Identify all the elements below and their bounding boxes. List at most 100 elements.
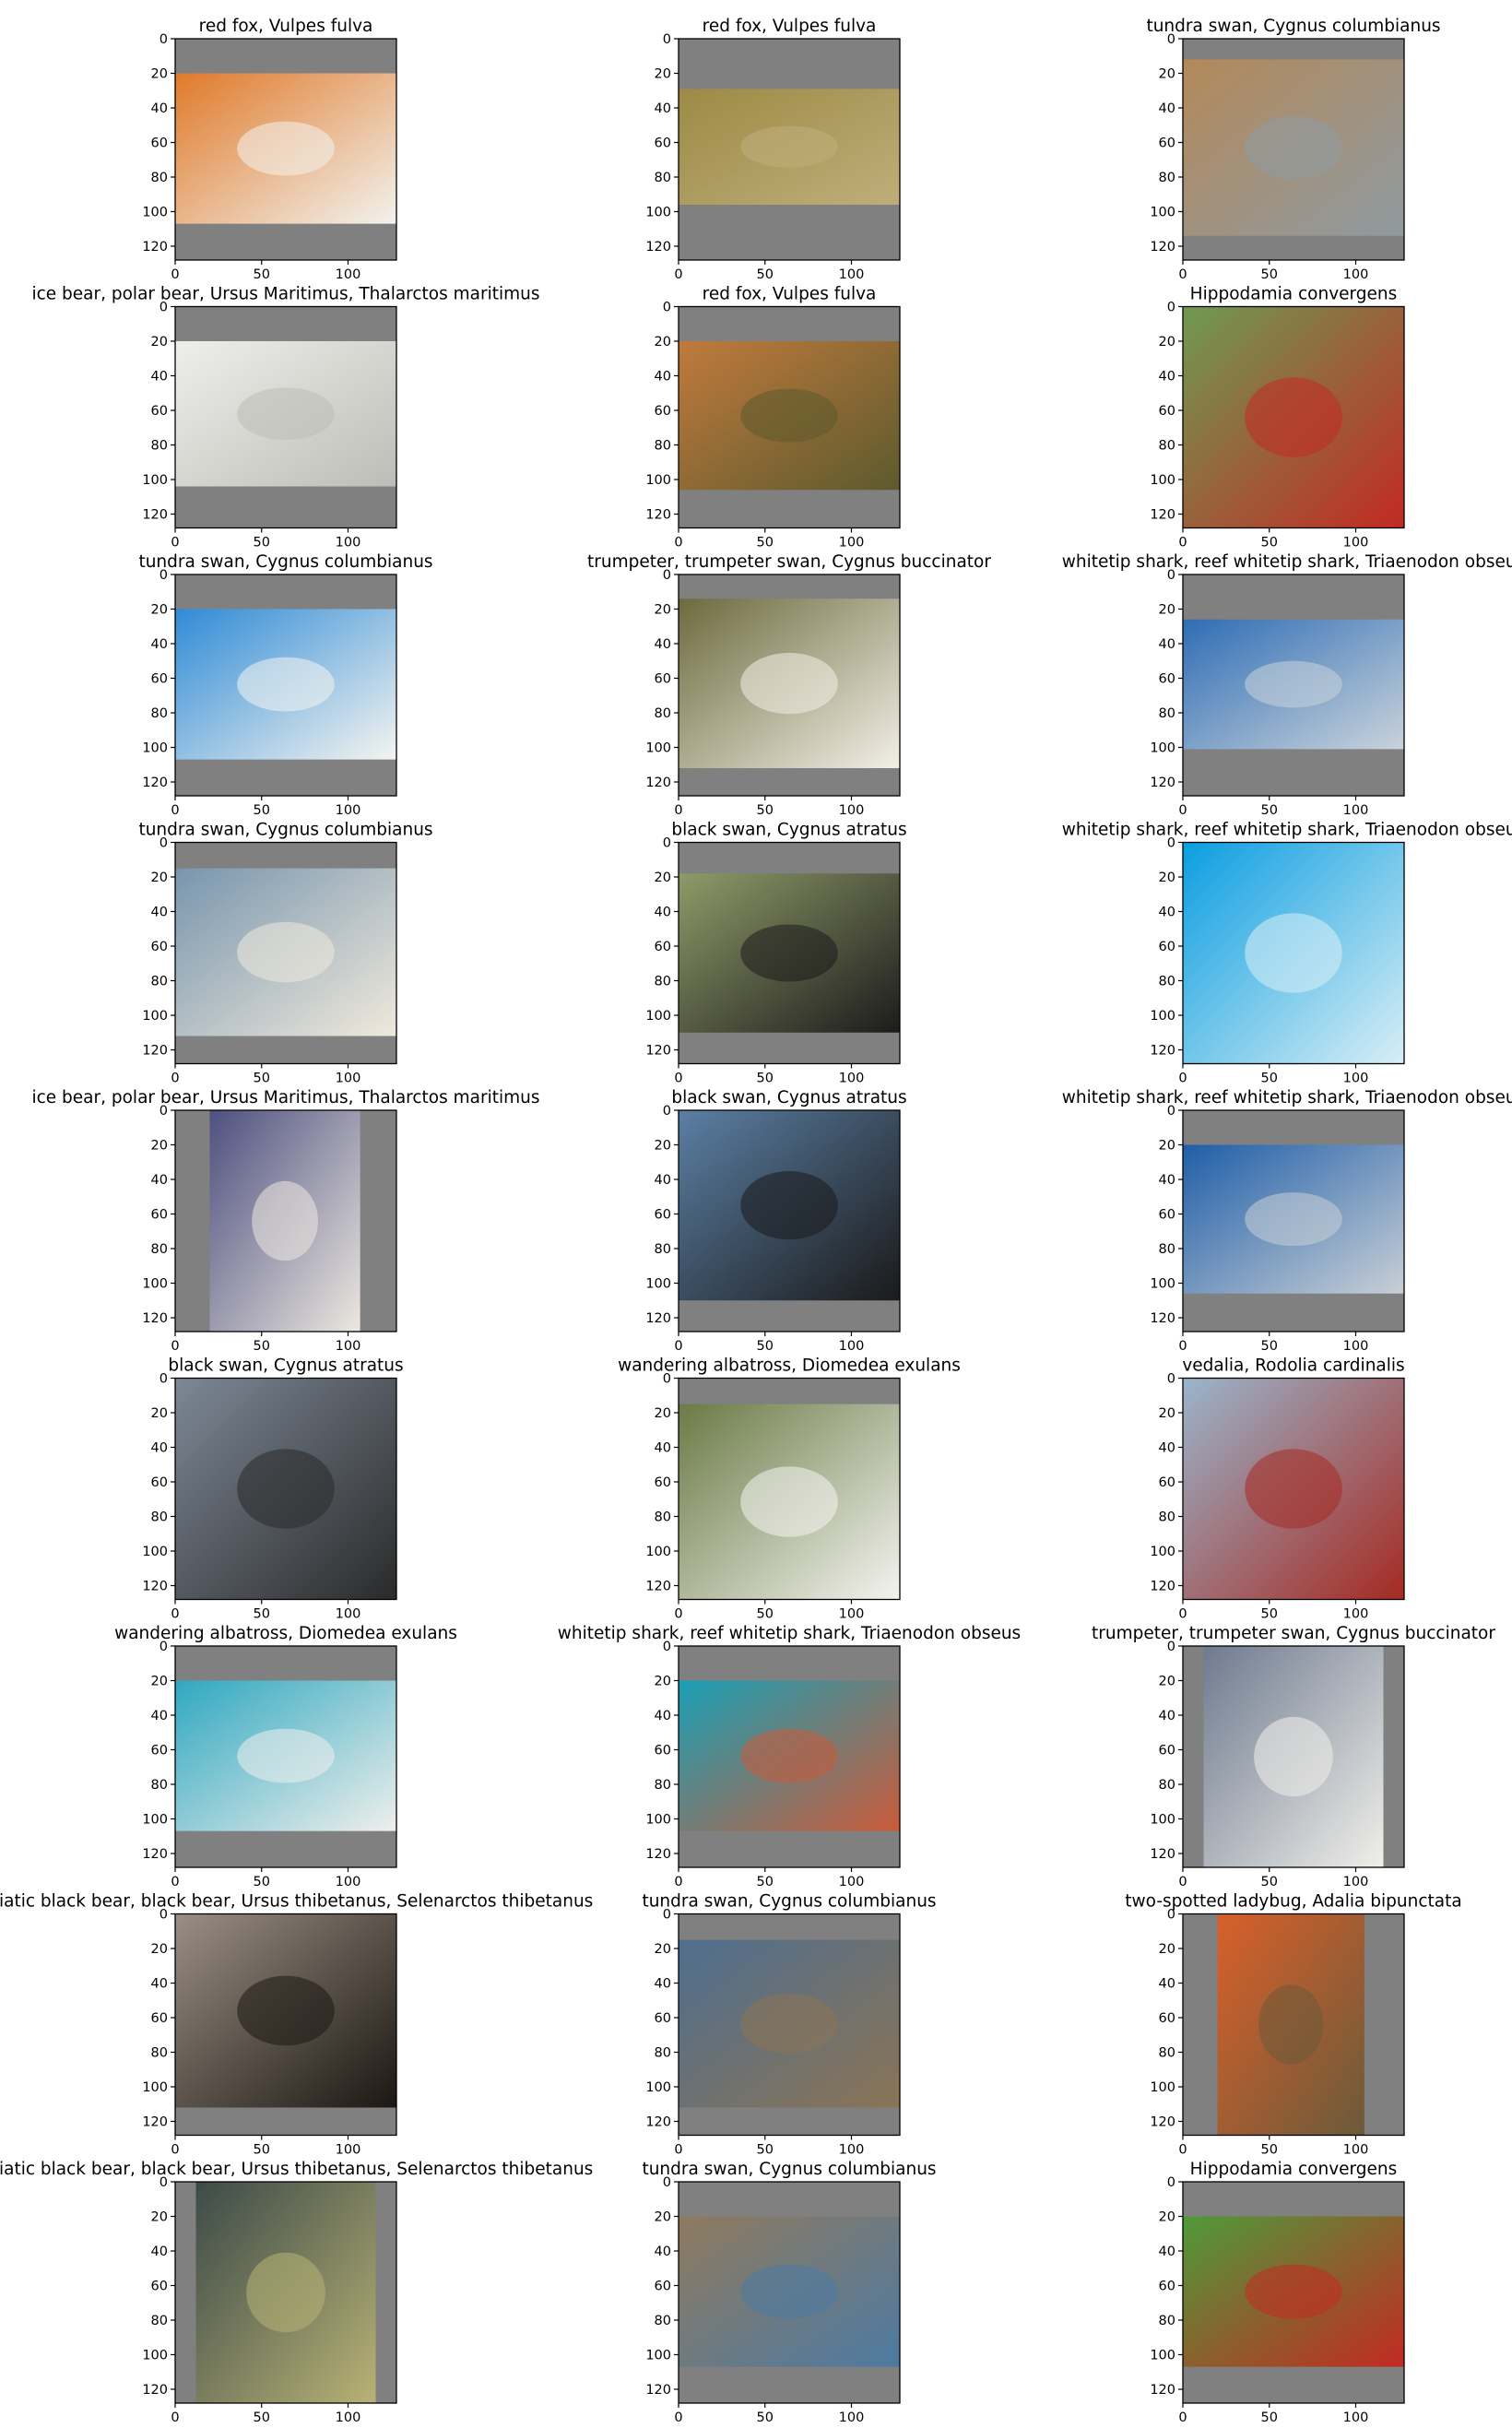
subplot-title: Asiatic black bear, black bear, Ursus th… <box>0 1892 593 1912</box>
y-tick-label: 100 <box>645 1813 671 1828</box>
y-tick-label: 100 <box>1150 1277 1175 1292</box>
subplot-panel: vedalia, Rodolia cardinalis 0 20 40 60 80 100 1… <box>1150 1356 1404 1622</box>
y-tick-label: 20 <box>1159 871 1175 885</box>
photo-subject <box>740 1466 838 1537</box>
x-tick-label: 100 <box>336 1607 361 1622</box>
y-tick-label: 40 <box>151 370 168 385</box>
y-tick-label: 100 <box>1150 741 1175 756</box>
photo-subject <box>1245 1449 1342 1529</box>
y-tick-label: 20 <box>655 1406 671 1421</box>
y-tick-label: 60 <box>151 1744 168 1759</box>
photo-subject <box>740 653 838 715</box>
y-tick-label: 60 <box>655 2011 671 2026</box>
y-tick-label: 20 <box>151 871 168 885</box>
y-tick-label: 40 <box>151 1441 168 1456</box>
y-tick-label: 0 <box>159 2175 168 2190</box>
y-tick-label: 0 <box>1167 836 1175 851</box>
subplot-title: black swan, Cygnus atratus <box>671 1088 906 1107</box>
y-tick-label: 20 <box>1159 1942 1175 1957</box>
photo-subject <box>1258 1984 1324 2065</box>
subplot-panel: red fox, Vulpes fulva0204060801001200 50 1… <box>645 285 901 551</box>
y-tick-label: 60 <box>1159 1744 1175 1759</box>
y-tick-label: 40 <box>1159 637 1175 652</box>
x-tick-label: 50 <box>1261 803 1278 818</box>
y-tick-label: 80 <box>1159 975 1175 989</box>
x-tick-label: 0 <box>1178 536 1187 551</box>
y-tick-label: 0 <box>1167 568 1175 583</box>
x-tick-label: 50 <box>757 1607 774 1622</box>
y-tick-label: 80 <box>1159 439 1175 454</box>
y-tick-label: 40 <box>1159 2244 1175 2259</box>
x-tick-label: 100 <box>336 803 361 818</box>
subplot-title: whitetip shark, reef whitetip shark, Tri… <box>1062 821 1512 840</box>
y-tick-label: 60 <box>655 1475 671 1490</box>
subplot-panel: whitetip shark, reef whitetip shark, Tri… <box>1062 552 1512 818</box>
y-tick-label: 80 <box>655 439 671 454</box>
x-tick-label: 50 <box>1261 1072 1278 1086</box>
y-tick-label: 80 <box>1159 2314 1175 2328</box>
y-tick-label: 60 <box>1159 404 1175 419</box>
subplot-title: tundra swan, Cygnus columbianus <box>138 821 432 840</box>
subplot-title: Hippodamia convergens <box>1190 2160 1398 2179</box>
y-tick-label: 20 <box>1159 2210 1175 2225</box>
y-tick-label: 100 <box>645 2080 671 2095</box>
y-tick-label: 40 <box>151 101 168 116</box>
y-tick-label: 0 <box>159 1104 168 1119</box>
y-tick-label: 100 <box>1150 206 1175 220</box>
y-tick-label: 120 <box>645 508 671 523</box>
subplot-panel: black swan, Cygnus atratus02040608010012… <box>645 1088 906 1354</box>
y-tick-label: 120 <box>142 1847 168 1862</box>
y-tick-label: 100 <box>645 1277 671 1292</box>
y-tick-label: 80 <box>1159 1242 1175 1257</box>
y-tick-label: 120 <box>1150 2383 1175 2398</box>
y-tick-label: 0 <box>1167 1104 1175 1119</box>
x-tick-label: 100 <box>336 2410 361 2425</box>
y-tick-label: 60 <box>1159 136 1175 151</box>
y-tick-label: 40 <box>1159 1977 1175 1992</box>
y-tick-label: 120 <box>645 1311 671 1326</box>
y-tick-label: 0 <box>663 301 671 315</box>
y-tick-label: 0 <box>159 1372 168 1387</box>
y-tick-label: 0 <box>159 301 168 315</box>
y-tick-label: 100 <box>142 2349 168 2363</box>
subplot-panel: red fox, Vulpes fulva0204060801001200 50 1… <box>645 17 901 282</box>
y-tick-label: 40 <box>1159 1709 1175 1723</box>
y-tick-label: 80 <box>151 171 168 185</box>
y-tick-label: 0 <box>663 2175 671 2190</box>
x-tick-label: 100 <box>839 2143 865 2158</box>
y-tick-label: 120 <box>142 2383 168 2398</box>
y-tick-label: 120 <box>1150 1311 1175 1326</box>
x-tick-label: 0 <box>674 536 682 551</box>
y-tick-label: 60 <box>151 1475 168 1490</box>
subplot-panel: tundra swan, Cygnus columbianus020406080… <box>642 2160 936 2425</box>
y-tick-label: 20 <box>655 871 671 885</box>
x-tick-label: 100 <box>336 536 361 551</box>
y-tick-label: 0 <box>663 1640 671 1654</box>
photo-subject <box>237 121 335 176</box>
y-tick-label: 80 <box>151 439 168 454</box>
y-tick-label: 80 <box>655 1778 671 1793</box>
photo-subject <box>740 388 838 443</box>
photo-subject <box>246 2252 325 2333</box>
y-tick-label: 40 <box>655 1173 671 1188</box>
y-tick-label: 100 <box>645 1545 671 1559</box>
y-tick-label: 60 <box>655 136 671 151</box>
photo-subject <box>1245 377 1342 457</box>
subplot-title: trumpeter, trumpeter swan, Cygnus buccin… <box>1092 1624 1495 1643</box>
y-tick-label: 100 <box>142 2080 168 2095</box>
x-tick-label: 0 <box>171 536 179 551</box>
subplot-title: Hippodamia convergens <box>1190 285 1398 304</box>
y-tick-label: 40 <box>655 637 671 652</box>
x-tick-label: 0 <box>171 803 179 818</box>
y-tick-label: 0 <box>1167 1908 1175 1923</box>
photo-subject <box>237 921 335 983</box>
y-tick-label: 60 <box>151 940 168 954</box>
y-tick-label: 100 <box>1150 2349 1175 2363</box>
y-tick-label: 120 <box>645 2383 671 2398</box>
subplot-title: tundra swan, Cygnus columbianus <box>642 1892 936 1912</box>
y-tick-label: 120 <box>142 2115 168 2130</box>
subplot-panel: whitetip shark, reef whitetip shark, Tri… <box>1062 1088 1512 1354</box>
y-tick-label: 60 <box>1159 940 1175 954</box>
y-tick-label: 40 <box>1159 370 1175 385</box>
y-tick-label: 120 <box>645 1847 671 1862</box>
